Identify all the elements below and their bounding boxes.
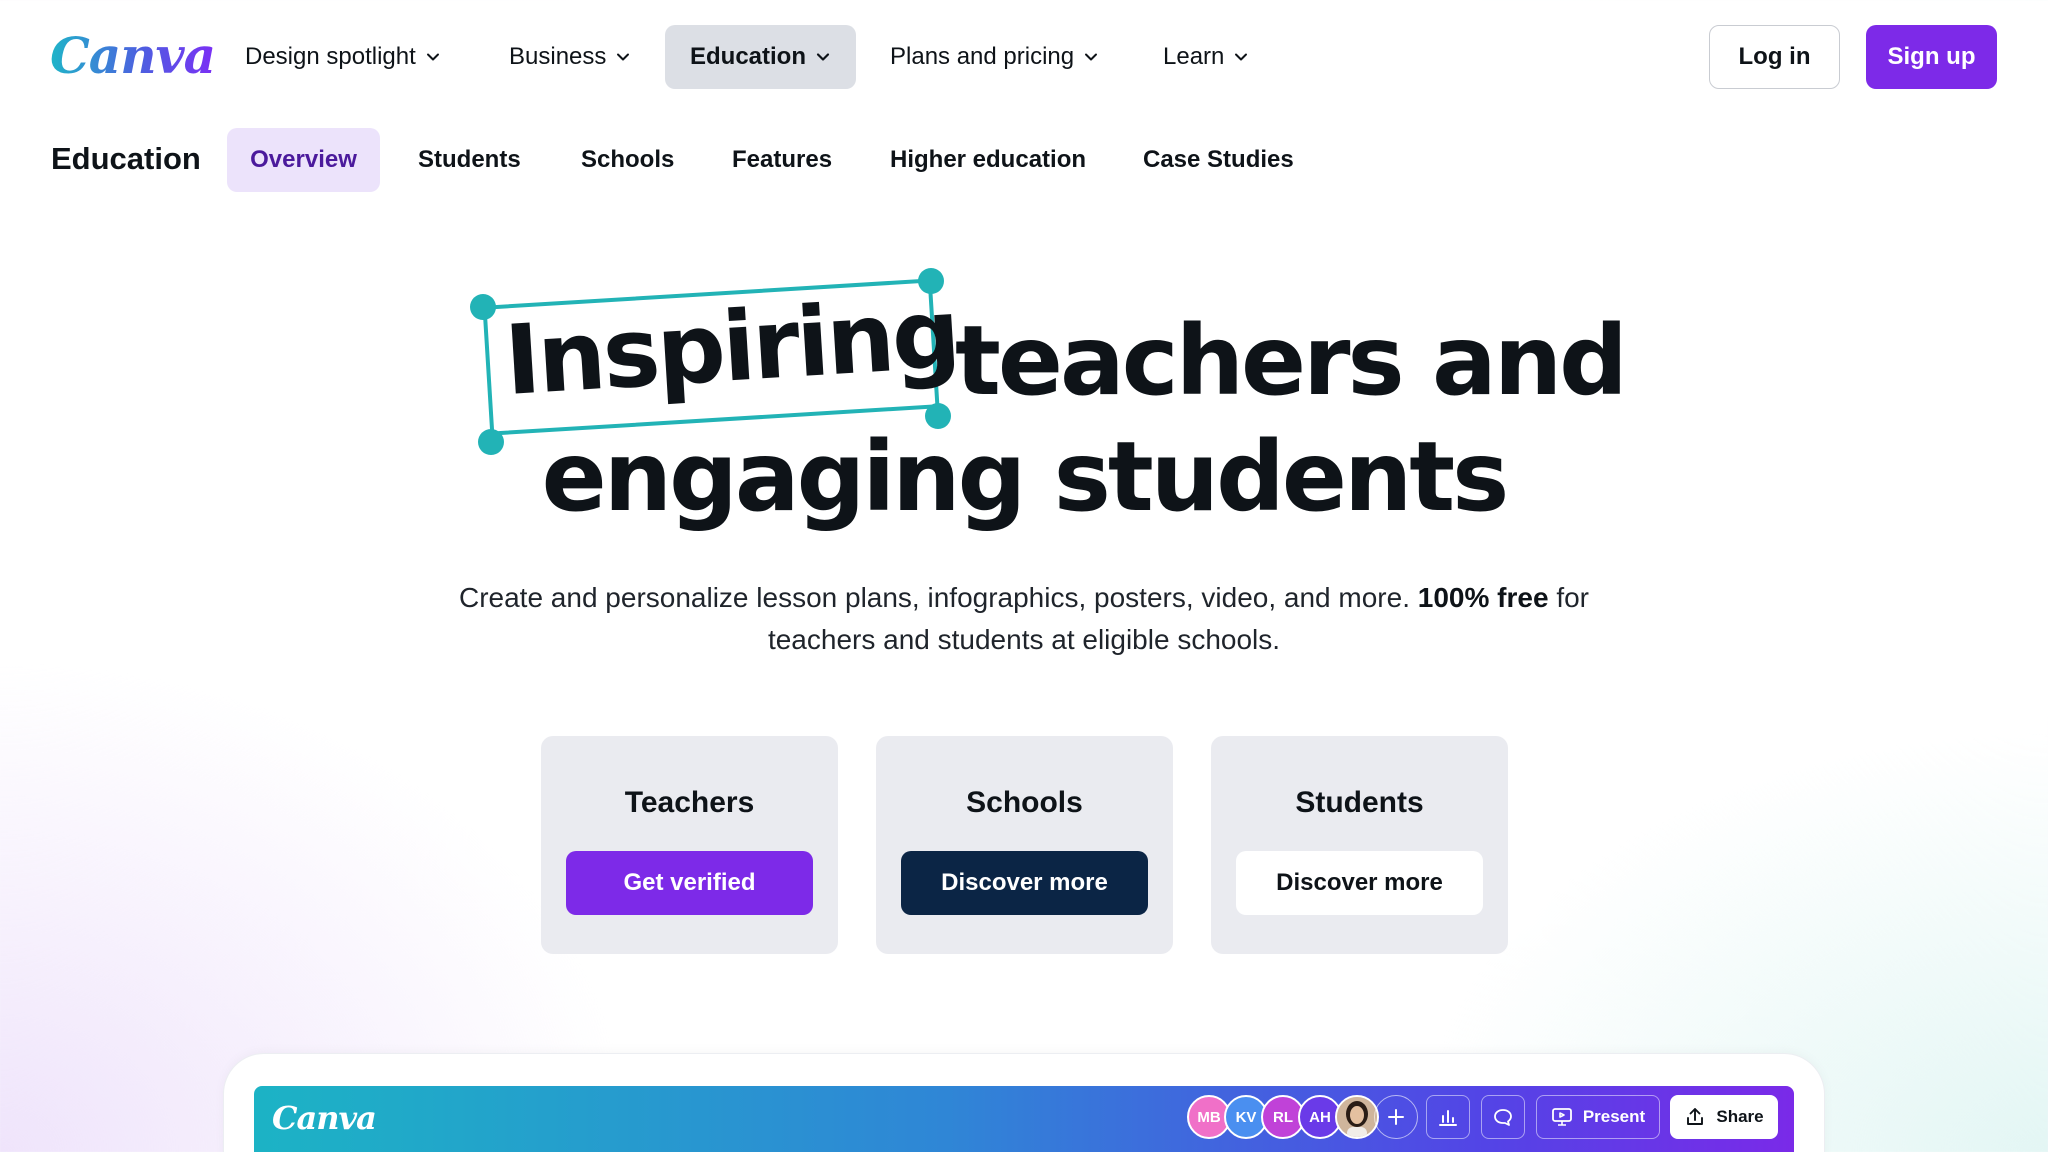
- selection-handle: [470, 294, 496, 320]
- tab-schools[interactable]: Schools: [556, 128, 699, 192]
- tab-higher-education[interactable]: Higher education: [865, 128, 1111, 192]
- chevron-down-icon: [816, 50, 830, 64]
- comments-button[interactable]: [1481, 1095, 1525, 1139]
- schools-discover-more-button[interactable]: Discover more: [901, 851, 1148, 915]
- nav-label: Design spotlight: [245, 43, 416, 70]
- share-upload-icon: [1687, 1108, 1704, 1125]
- nav-label: Education: [690, 43, 807, 70]
- nav-education[interactable]: Education: [665, 25, 856, 89]
- nav-plans-and-pricing[interactable]: Plans and pricing: [865, 25, 1123, 89]
- nav-label: Business: [509, 43, 607, 70]
- share-label: Share: [1716, 1107, 1764, 1126]
- students-card: Students Discover more: [1211, 736, 1508, 954]
- hero-subtitle: Create and personalize lesson plans, inf…: [360, 577, 1688, 661]
- editor-canva-logo: Canva: [272, 1099, 377, 1137]
- login-button[interactable]: Log in: [1709, 25, 1840, 89]
- tab-overview[interactable]: Overview: [227, 128, 380, 192]
- get-verified-button[interactable]: Get verified: [566, 851, 813, 915]
- card-title: Teachers: [624, 786, 755, 819]
- subtitle-text: Create and personalize lesson plans, inf…: [458, 582, 1410, 613]
- card-title: Students: [1295, 786, 1424, 819]
- present-icon: [1551, 1108, 1572, 1126]
- plus-icon: [1388, 1109, 1404, 1125]
- signup-button[interactable]: Sign up: [1866, 25, 1997, 89]
- canva-logo[interactable]: Canva: [50, 26, 216, 86]
- chevron-down-icon: [426, 50, 440, 64]
- subnav-title: Education: [51, 141, 201, 176]
- person-photo-icon: [1337, 1097, 1377, 1137]
- nav-learn[interactable]: Learn: [1138, 25, 1273, 89]
- subtitle-text: teachers and students at eligible school…: [767, 624, 1281, 655]
- nav-design-spotlight[interactable]: Design spotlight: [220, 25, 465, 89]
- chevron-down-icon: [616, 50, 630, 64]
- subtitle-emphasis: 100% free: [1417, 582, 1549, 613]
- schools-card: Schools Discover more: [876, 736, 1173, 954]
- chevron-down-icon: [1234, 50, 1248, 64]
- top-navigation: Canva Design spotlight Business Educatio…: [0, 0, 2048, 114]
- present-label: Present: [1582, 1107, 1646, 1126]
- collaborator-photo-avatar[interactable]: [1335, 1095, 1379, 1139]
- nav-label: Learn: [1163, 43, 1225, 70]
- hero-headline-line1: teachers and: [955, 305, 1628, 417]
- add-collaborator-button[interactable]: [1374, 1095, 1418, 1139]
- teachers-card: Teachers Get verified: [541, 736, 838, 954]
- nav-business[interactable]: Business: [484, 25, 655, 89]
- card-title: Schools: [966, 786, 1083, 819]
- students-discover-more-button[interactable]: Discover more: [1236, 851, 1483, 915]
- chevron-down-icon: [1084, 50, 1098, 64]
- share-button[interactable]: Share: [1670, 1095, 1778, 1139]
- tab-features[interactable]: Features: [707, 128, 857, 192]
- insights-button[interactable]: [1426, 1095, 1470, 1139]
- bar-chart-icon: [1439, 1110, 1457, 1126]
- comment-icon: [1494, 1109, 1512, 1126]
- present-button[interactable]: Present: [1536, 1095, 1660, 1139]
- tab-students[interactable]: Students: [393, 128, 546, 192]
- subtitle-text: for: [1556, 582, 1589, 613]
- nav-label: Plans and pricing: [890, 43, 1075, 70]
- hero-headline-line2: engaging students: [541, 421, 1510, 533]
- tab-case-studies[interactable]: Case Studies: [1118, 128, 1319, 192]
